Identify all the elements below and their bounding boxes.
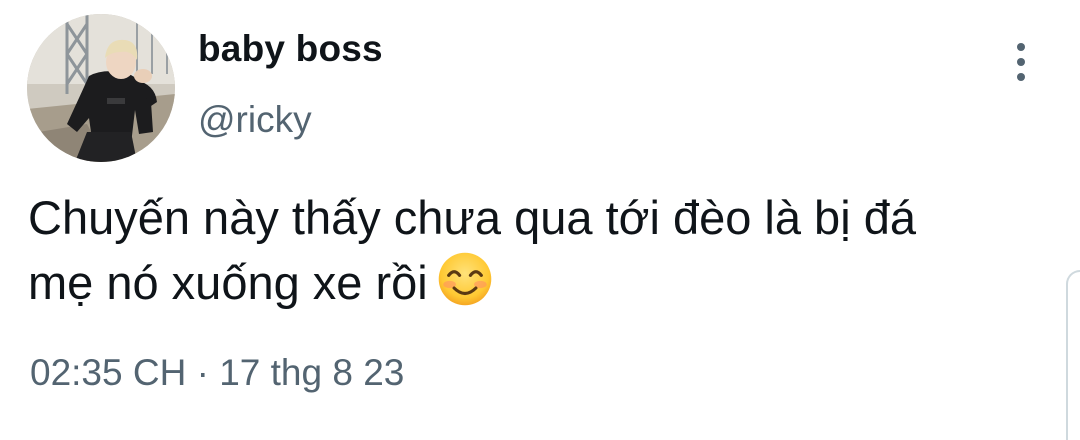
tweet-card: baby boss @ricky Chuyến này thấy chưa qu… — [0, 0, 1080, 440]
avatar-photo — [27, 14, 175, 162]
tweet-text-line-1: Chuyến này thấy chưa qua tới đèo là bị đ… — [28, 191, 916, 244]
more-options-button[interactable] — [1002, 38, 1040, 86]
smiling-face-emoji-icon — [436, 250, 494, 308]
more-vertical-icon — [1017, 43, 1025, 51]
user-handle[interactable]: @ricky — [198, 99, 312, 141]
avatar[interactable] — [27, 14, 175, 162]
adjacent-card-edge — [1066, 270, 1080, 440]
display-name[interactable]: baby boss — [198, 28, 383, 70]
more-vertical-icon-dot-3 — [1017, 73, 1025, 81]
tweet-text-line-2-wrapper: mẹ nó xuống xe rồi — [28, 250, 1068, 315]
tweet-timestamp[interactable]: 02:35 CH · 17 thg 8 23 — [30, 352, 404, 394]
tweet-text-line-2: mẹ nó xuống xe rồi — [28, 256, 428, 309]
tweet-text: Chuyến này thấy chưa qua tới đèo là bị đ… — [28, 186, 1068, 315]
more-vertical-icon-dot-2 — [1017, 58, 1025, 66]
